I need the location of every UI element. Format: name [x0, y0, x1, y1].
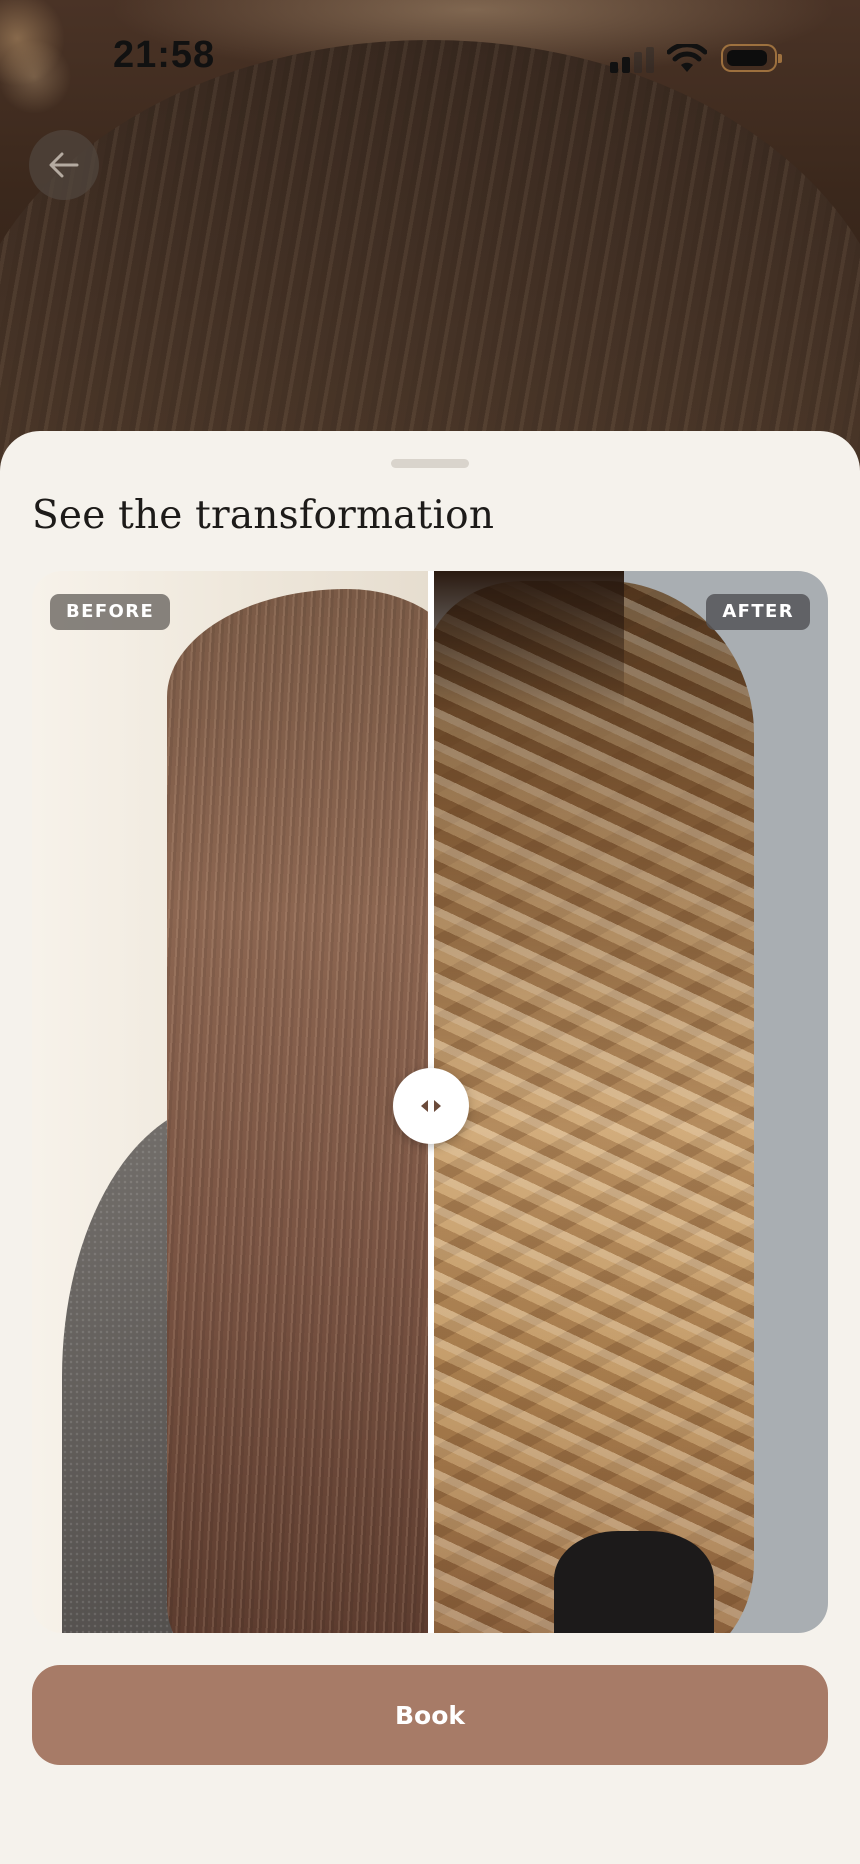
after-dark-roots — [434, 571, 624, 711]
after-wavy-hair — [434, 581, 754, 1633]
status-bar: 21:58 — [0, 0, 860, 120]
after-shirt — [554, 1531, 714, 1633]
arrow-left-icon — [49, 152, 79, 178]
sheet-drag-handle[interactable] — [391, 459, 469, 468]
bottom-sheet: See the transformation BEFORE AFTER Book — [0, 431, 860, 1864]
before-after-comparison[interactable]: BEFORE AFTER — [32, 571, 828, 1633]
sheet-title: See the transformation — [32, 493, 495, 538]
back-button[interactable] — [29, 130, 99, 200]
cellular-signal-icon — [610, 47, 656, 73]
before-straight-hair — [167, 589, 430, 1633]
wifi-icon — [667, 44, 707, 72]
status-time: 21:58 — [113, 34, 216, 76]
arrows-left-right-icon — [421, 1100, 441, 1112]
after-image — [434, 571, 828, 1633]
before-image — [32, 571, 430, 1633]
after-badge: AFTER — [706, 594, 810, 630]
battery-icon — [721, 44, 782, 72]
comparison-slider-handle[interactable] — [393, 1068, 469, 1144]
book-button[interactable]: Book — [32, 1665, 828, 1765]
before-badge: BEFORE — [50, 594, 171, 630]
